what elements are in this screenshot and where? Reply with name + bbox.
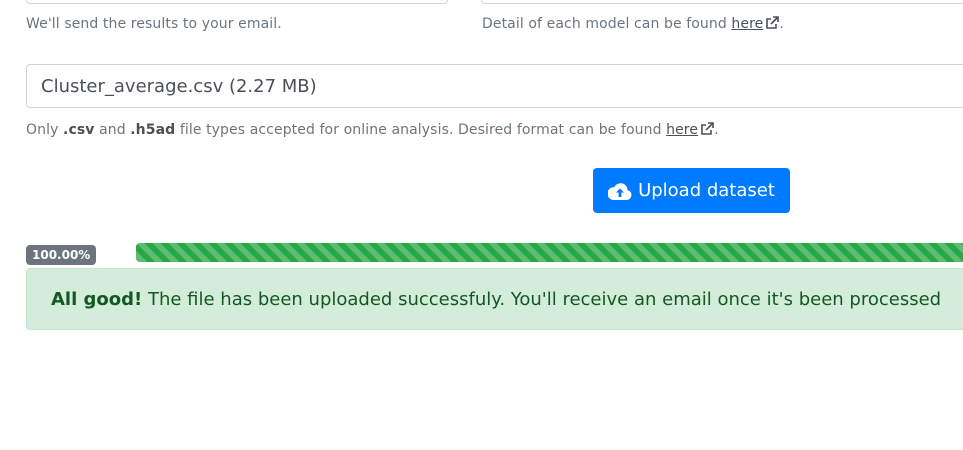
- format-details-link[interactable]: here: [666, 122, 714, 138]
- file-input-value: Cluster_average.csv (2.27 MB): [41, 76, 317, 97]
- csv-extension: .csv: [63, 122, 95, 138]
- upload-progress-fill: [136, 243, 963, 262]
- external-link-icon: [701, 122, 714, 135]
- alert-heading: All good!: [51, 289, 143, 310]
- email-help-text: We'll send the results to your email.: [26, 16, 282, 32]
- model-details-link[interactable]: here: [731, 16, 780, 32]
- file-input[interactable]: Cluster_average.csv (2.27 MB): [26, 64, 963, 108]
- upload-dataset-button[interactable]: Upload dataset: [593, 168, 790, 213]
- external-link-icon: [766, 16, 780, 29]
- model-help-text: Detail of each model can be found here.: [482, 16, 784, 32]
- file-help-text: Only .csv and .h5ad file types accepted …: [26, 122, 719, 138]
- model-select[interactable]: [481, 0, 963, 4]
- progress-percentage-badge: 100.00%: [26, 245, 97, 265]
- upload-progress-bar: [136, 243, 963, 262]
- h5ad-extension: .h5ad: [130, 122, 176, 138]
- cloud-upload-icon: [608, 182, 632, 200]
- upload-button-label: Upload dataset: [638, 180, 775, 201]
- success-alert: All good! The file has been uploaded suc…: [26, 268, 963, 330]
- email-input[interactable]: [26, 0, 448, 4]
- alert-message: The file has been uploaded successfuly. …: [142, 289, 942, 310]
